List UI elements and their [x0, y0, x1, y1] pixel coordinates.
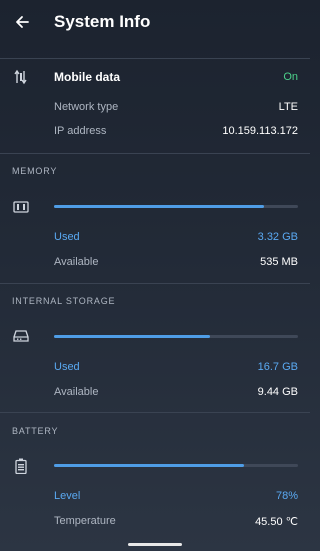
- battery-section-header: BATTERY: [12, 426, 59, 436]
- storage-usage-fill: [54, 335, 211, 338]
- mobile-data-status[interactable]: On: [283, 71, 298, 83]
- back-arrow-icon: [16, 16, 29, 28]
- memory-used-label: Used: [54, 231, 80, 243]
- back-button[interactable]: [10, 10, 34, 34]
- storage-available-value: 9.44 GB: [257, 386, 298, 398]
- mobile-data-label: Mobile data: [54, 70, 121, 84]
- memory-section-header: MEMORY: [12, 166, 58, 176]
- network-type-value: LTE: [278, 101, 298, 113]
- divider: [0, 58, 310, 59]
- memory-usage-bar: [54, 205, 298, 208]
- storage-available-label: Available: [54, 386, 99, 398]
- battery-temperature-value: 45.50 ℃: [255, 516, 298, 528]
- battery-icon: [12, 457, 30, 475]
- ip-address-value: 10.159.113.172: [222, 125, 298, 137]
- storage-used-value: 16.7 GB: [257, 361, 298, 373]
- divider: [0, 153, 310, 154]
- storage-usage-bar: [54, 335, 298, 338]
- network-type-label: Network type: [54, 101, 119, 113]
- battery-level-bar: [54, 464, 298, 467]
- page-title: System Info: [54, 12, 151, 31]
- memory-available-value: 535 MB: [260, 256, 298, 268]
- memory-available-label: Available: [54, 256, 99, 268]
- divider: [0, 412, 310, 413]
- mobile-data-icon: [12, 68, 30, 86]
- battery-level-label: Level: [54, 490, 81, 502]
- storage-used-label: Used: [54, 361, 80, 373]
- home-indicator[interactable]: [128, 543, 182, 546]
- battery-temperature-label: Temperature: [54, 515, 116, 527]
- battery-level-fill: [54, 464, 245, 467]
- memory-usage-fill: [54, 205, 264, 208]
- storage-icon: [12, 327, 30, 345]
- battery-level-value: 78%: [275, 490, 298, 502]
- ip-address-label: IP address: [54, 125, 107, 137]
- top-app-bar: System Info: [0, 0, 310, 44]
- storage-section-header: INTERNAL STORAGE: [12, 296, 116, 306]
- divider: [0, 283, 310, 284]
- memory-used-value: 3.32 GB: [257, 231, 298, 243]
- memory-icon: [12, 198, 30, 216]
